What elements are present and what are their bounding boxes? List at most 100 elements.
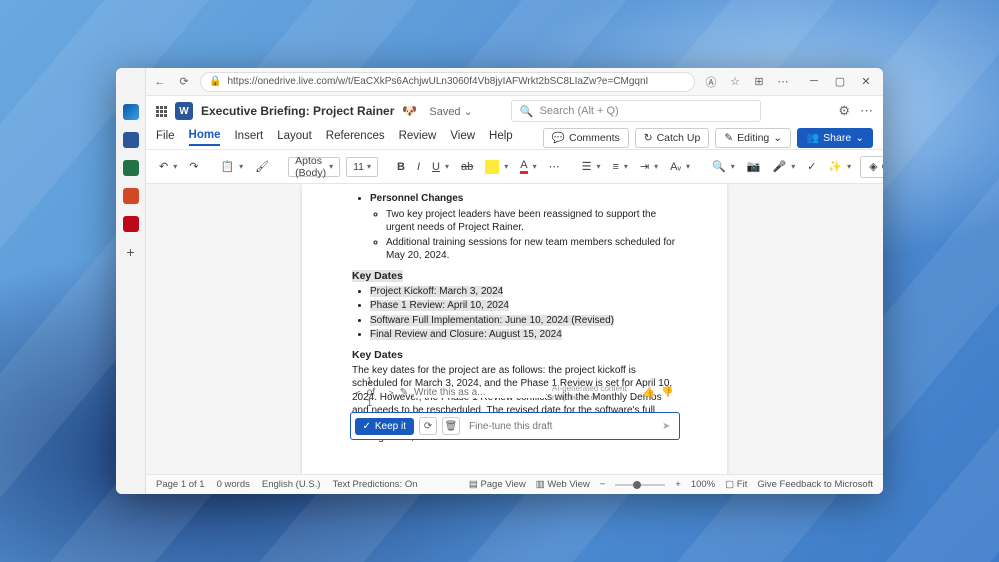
menu-bar: File Home Insert Layout References Revie… <box>146 126 883 150</box>
list-item: Project Kickoff: March 3, 2024 <box>370 286 503 297</box>
discard-icon[interactable]: 🗑 <box>442 417 460 435</box>
ai-disclaimer: AI-generated content may be incorrect <box>552 384 637 402</box>
underline-icon[interactable]: U▾ <box>429 159 452 175</box>
app-launcher-icon[interactable] <box>156 106 167 117</box>
keep-it-button[interactable]: ✓ Keep it <box>355 418 415 435</box>
close-icon[interactable]: ✕ <box>855 75 877 88</box>
sidebar-add-icon[interactable]: + <box>126 244 134 260</box>
font-size-select[interactable]: 11▾ <box>346 157 378 177</box>
pencil-icon: ✎ <box>400 387 408 398</box>
document-canvas: Personnel Changes Two key project leader… <box>146 184 883 474</box>
tab-insert[interactable]: Insert <box>234 130 263 145</box>
submit-icon[interactable]: ➤ <box>662 421 674 432</box>
editing-button[interactable]: ✎ Editing ⌄ <box>715 128 791 148</box>
fit-button[interactable]: ▢ Fit <box>725 479 747 490</box>
draft-prev-icon[interactable]: < <box>356 388 361 398</box>
zoom-in-icon[interactable]: + <box>675 479 681 490</box>
write-as-input[interactable] <box>414 387 546 398</box>
comments-button[interactable]: 💬 Comments <box>543 128 629 148</box>
ribbon-toolbar: ↶▾ ↷ 📋▾ 🖌 Aptos (Body)▾ 11▾ B I U▾ ab ▾ … <box>146 150 883 184</box>
styles-icon[interactable]: Aᵥ▾ <box>667 159 693 175</box>
paste-icon[interactable]: 📋▾ <box>217 158 246 175</box>
app-sidebar: + <box>116 68 146 494</box>
maximize-icon[interactable]: ▢ <box>829 75 851 88</box>
format-painter-icon[interactable]: 🖌 <box>252 158 272 175</box>
numbering-icon[interactable]: ≡▾ <box>610 159 631 175</box>
status-predictions[interactable]: Text Predictions: On <box>332 479 417 490</box>
tab-references[interactable]: References <box>326 130 385 145</box>
zoom-out-icon[interactable]: − <box>600 479 606 490</box>
designer-icon[interactable]: ✨▾ <box>825 158 854 175</box>
italic-icon[interactable]: I <box>414 159 423 175</box>
more-browser-icon[interactable]: ⋯ <box>775 75 791 88</box>
saved-state[interactable]: Saved ⌄ <box>429 105 472 118</box>
bold-icon[interactable]: B <box>394 159 408 175</box>
web-view-button[interactable]: ▥ Web View <box>536 479 590 490</box>
draft-next-icon[interactable]: > <box>388 388 393 398</box>
zoom-slider[interactable] <box>615 484 665 486</box>
minimize-icon[interactable]: ─ <box>803 75 825 88</box>
status-lang[interactable]: English (U.S.) <box>262 479 321 490</box>
font-color-icon[interactable]: A▾ <box>517 157 539 176</box>
app-ppt-icon[interactable] <box>123 188 139 204</box>
word-logo-icon: W <box>175 102 193 120</box>
list-item: Software Full Implementation: June 10, 2… <box>370 315 614 326</box>
mic-icon[interactable]: 🎤▾ <box>769 158 798 175</box>
fine-tune-input[interactable] <box>465 421 657 432</box>
favorite-icon[interactable]: ☆ <box>727 75 743 88</box>
share-button[interactable]: 👥 Share ⌄ <box>797 128 873 148</box>
page-view-button[interactable]: ▤ Page View <box>469 479 526 490</box>
regenerate-icon[interactable]: ⟳ <box>419 417 437 435</box>
read-aloud-icon[interactable]: Ⓐ <box>703 74 719 90</box>
strikethrough-icon[interactable]: ab <box>458 159 476 175</box>
thumbs-down-icon[interactable]: 👎 <box>661 387 673 398</box>
catchup-button[interactable]: ↻ Catch Up <box>635 128 710 148</box>
key-dates-heading: Key Dates <box>352 270 403 282</box>
tab-help[interactable]: Help <box>489 130 513 145</box>
list-item: Phase 1 Review: April 10, 2024 <box>370 300 509 311</box>
editor-icon[interactable]: ✓ <box>804 158 819 175</box>
key-dates-2-heading: Key Dates <box>352 348 677 362</box>
undo-icon[interactable]: ↶▾ <box>156 158 180 175</box>
bullets-icon[interactable]: ☰▾ <box>579 158 604 175</box>
doc-emoji-icon: 🐶 <box>402 104 417 118</box>
status-bar: Page 1 of 1 0 words English (U.S.) Text … <box>146 474 883 494</box>
font-name-select[interactable]: Aptos (Body)▾ <box>288 157 340 177</box>
status-words[interactable]: 0 words <box>217 479 250 490</box>
doc-title-bar: W Executive Briefing: Project Rainer 🐶 S… <box>146 96 883 126</box>
app-word-icon[interactable] <box>123 132 139 148</box>
tab-home[interactable]: Home <box>189 129 221 146</box>
status-page[interactable]: Page 1 of 1 <box>156 479 205 490</box>
app-excel-icon[interactable] <box>123 160 139 176</box>
zoom-level[interactable]: 100% <box>691 479 715 490</box>
lock-icon: 🔒 <box>209 76 221 87</box>
back-icon[interactable]: ← <box>152 76 168 88</box>
app-pinterest-icon[interactable] <box>123 216 139 232</box>
settings-icon[interactable]: ⚙ <box>838 103 850 119</box>
tab-review[interactable]: Review <box>399 130 437 145</box>
highlight-icon[interactable]: ▾ <box>482 158 511 176</box>
search-input[interactable]: 🔍 Search (Alt + Q) <box>511 100 761 122</box>
list-item: Final Review and Closure: August 15, 202… <box>370 329 562 340</box>
collections-icon[interactable]: ⊞ <box>751 75 767 88</box>
find-icon[interactable]: 🔍▾ <box>709 158 738 175</box>
document-title[interactable]: Executive Briefing: Project Rainer <box>201 104 394 118</box>
more-font-icon[interactable]: ⋯ <box>546 158 563 175</box>
tab-view[interactable]: View <box>450 130 475 145</box>
app-edge-icon[interactable] <box>123 104 139 120</box>
refresh-icon[interactable]: ⟳ <box>176 75 192 88</box>
url-input[interactable]: 🔒 https://onedrive.live.com/w/t/EaCXkPs6… <box>200 72 695 92</box>
more-title-icon[interactable]: ⋯ <box>860 103 873 119</box>
copilot-draft-toolbar: < 1 of 1 > ✎ AI-generated content may be… <box>350 373 680 440</box>
feedback-button[interactable]: Give Feedback to Microsoft <box>757 479 873 490</box>
list-item: Two key project leaders have been reassi… <box>386 208 677 235</box>
copilot-button[interactable]: ◈ Copilot <box>860 156 883 178</box>
url-text: https://onedrive.live.com/w/t/EaCXkPs6Ac… <box>227 76 648 87</box>
redo-icon[interactable]: ↷ <box>186 158 201 175</box>
dictate-icon[interactable]: 📷 <box>744 158 764 175</box>
tab-file[interactable]: File <box>156 130 175 145</box>
search-icon: 🔍 <box>520 105 534 118</box>
tab-layout[interactable]: Layout <box>277 130 312 145</box>
thumbs-up-icon[interactable]: 👍 <box>643 387 655 398</box>
indent-icon[interactable]: ⇥▾ <box>637 158 661 175</box>
